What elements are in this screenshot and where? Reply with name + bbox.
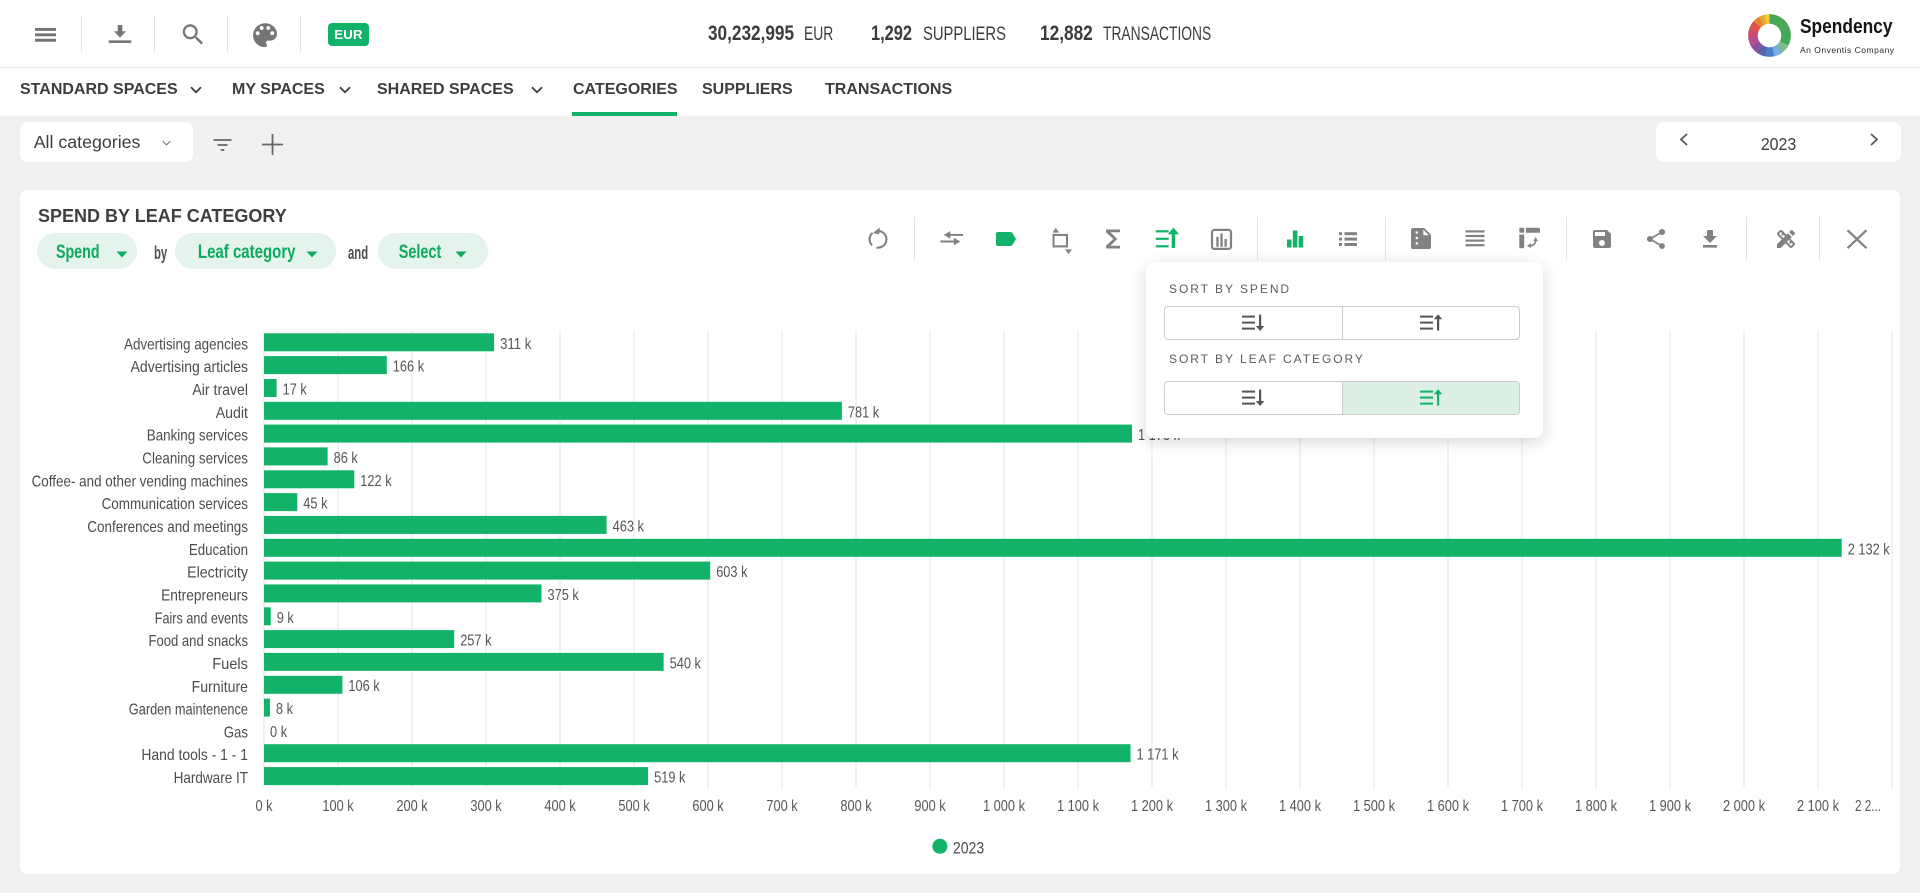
svg-text:1 300 k: 1 300 k (1205, 798, 1248, 815)
svg-text:Fairs and events: Fairs and events (155, 610, 248, 627)
svg-text:Audit: Audit (216, 405, 249, 422)
svg-text:86 k: 86 k (334, 450, 359, 467)
svg-text:603 k: 603 k (716, 564, 748, 581)
svg-text:45 k: 45 k (303, 496, 328, 513)
svg-text:1 600 k: 1 600 k (1427, 798, 1470, 815)
svg-text:Furniture: Furniture (192, 679, 248, 696)
svg-text:Hand tools - 1 - 1: Hand tools - 1 - 1 (141, 747, 248, 764)
svg-text:106 k: 106 k (348, 678, 380, 695)
svg-text:1 500 k: 1 500 k (1353, 798, 1396, 815)
svg-text:1 900 k: 1 900 k (1649, 798, 1692, 815)
svg-text:375 k: 375 k (548, 587, 580, 604)
svg-text:400 k: 400 k (544, 798, 576, 815)
svg-text:Conferences and meetings: Conferences and meetings (87, 519, 248, 536)
svg-text:2 2...: 2 2... (1855, 798, 1881, 815)
svg-text:Entrepreneurs: Entrepreneurs (161, 587, 248, 604)
svg-text:2 132 k: 2 132 k (1848, 541, 1891, 558)
svg-text:Cleaning services: Cleaning services (142, 450, 248, 467)
svg-text:Garden maintenence: Garden maintenence (129, 702, 248, 719)
svg-text:166 k: 166 k (393, 359, 425, 376)
svg-text:311 k: 311 k (500, 336, 532, 353)
svg-text:9 k: 9 k (277, 610, 295, 627)
svg-text:900 k: 900 k (914, 798, 946, 815)
svg-text:300 k: 300 k (470, 798, 502, 815)
svg-text:122 k: 122 k (360, 473, 392, 490)
svg-text:2023: 2023 (953, 838, 984, 857)
svg-text:1 200 k: 1 200 k (1131, 798, 1174, 815)
svg-text:Coffee- and other vending mach: Coffee- and other vending machines (32, 473, 248, 490)
svg-text:1 800 k: 1 800 k (1575, 798, 1618, 815)
svg-text:Gas: Gas (224, 724, 248, 741)
svg-text:Hardware IT: Hardware IT (174, 770, 249, 787)
svg-text:Communication services: Communication services (102, 496, 248, 513)
svg-text:600 k: 600 k (692, 798, 724, 815)
svg-text:Advertising agencies: Advertising agencies (124, 336, 248, 353)
svg-text:2 000 k: 2 000 k (1723, 798, 1766, 815)
svg-text:100 k: 100 k (322, 798, 354, 815)
svg-text:0 k: 0 k (255, 798, 273, 815)
svg-text:1 171 k: 1 171 k (1137, 747, 1180, 764)
svg-text:1 100 k: 1 100 k (1057, 798, 1100, 815)
svg-text:2 100 k: 2 100 k (1797, 798, 1840, 815)
svg-text:463 k: 463 k (613, 518, 645, 535)
svg-text:500 k: 500 k (618, 798, 650, 815)
svg-text:Electricity: Electricity (187, 565, 248, 582)
svg-text:800 k: 800 k (840, 798, 872, 815)
svg-text:781 k: 781 k (848, 404, 880, 421)
svg-text:8 k: 8 k (276, 701, 294, 718)
svg-text:700 k: 700 k (766, 798, 798, 815)
svg-text:Education: Education (189, 542, 248, 559)
svg-text:Air travel: Air travel (192, 382, 248, 399)
svg-text:1 000 k: 1 000 k (983, 798, 1026, 815)
svg-text:1 400 k: 1 400 k (1279, 798, 1322, 815)
svg-text:1 700 k: 1 700 k (1501, 798, 1544, 815)
svg-text:17 k: 17 k (283, 382, 308, 399)
svg-text:540 k: 540 k (670, 655, 702, 672)
svg-text:0 k: 0 k (270, 724, 288, 741)
svg-text:Advertising articles: Advertising articles (131, 359, 248, 376)
svg-text:Fuels: Fuels (212, 656, 248, 673)
svg-text:257 k: 257 k (460, 633, 492, 650)
svg-text:Banking services: Banking services (147, 428, 248, 445)
svg-text:200 k: 200 k (396, 798, 428, 815)
svg-text:Food and snacks: Food and snacks (149, 633, 249, 650)
svg-text:519 k: 519 k (654, 770, 686, 787)
